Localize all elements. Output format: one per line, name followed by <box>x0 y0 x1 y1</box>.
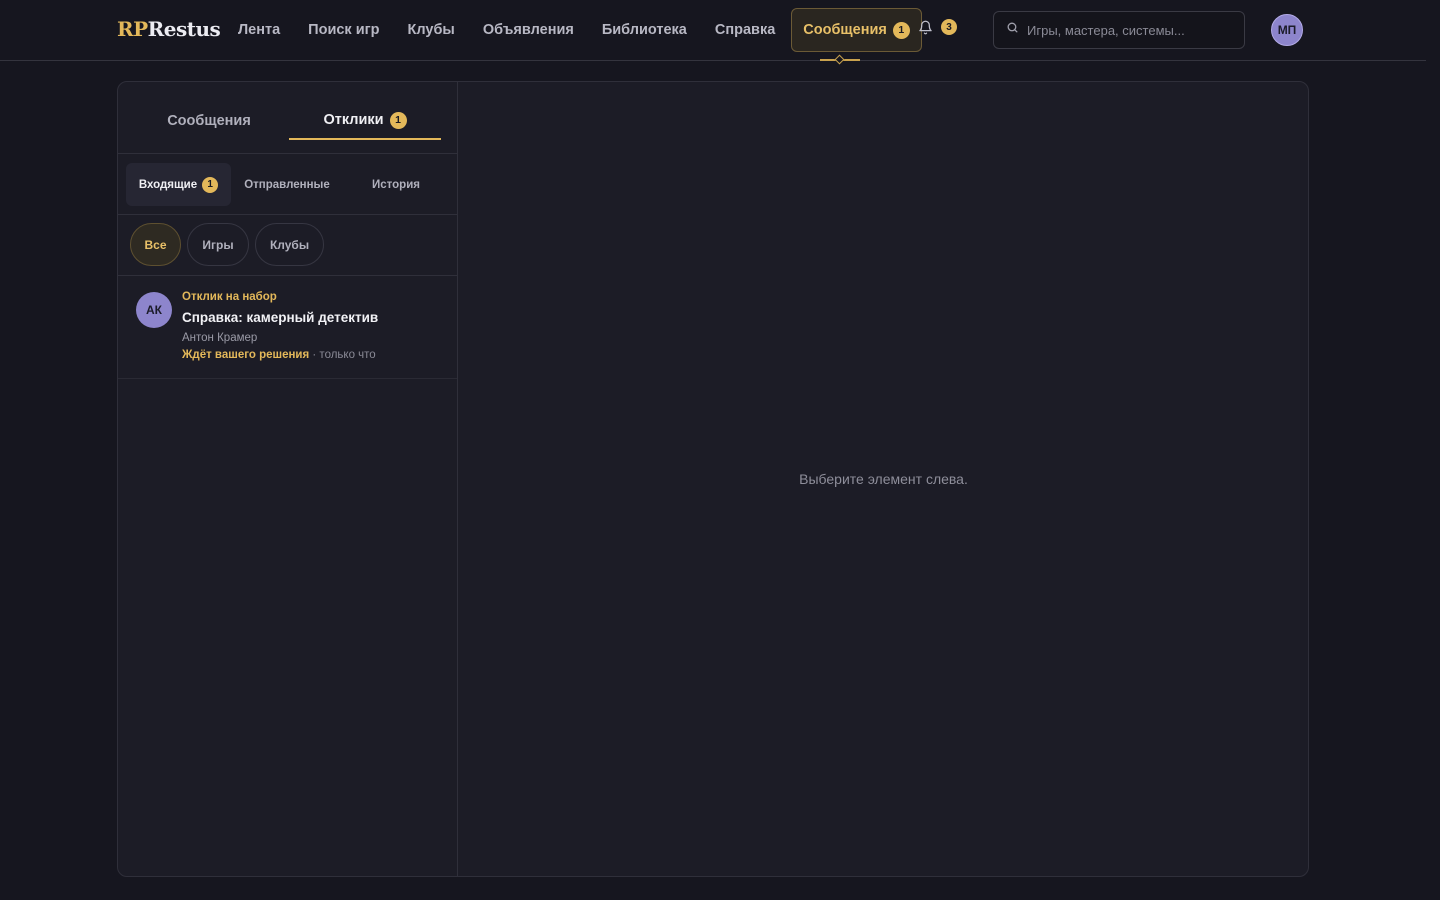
logo[interactable]: RPRestus <box>117 17 221 41</box>
avatar: АК <box>136 292 172 328</box>
main-nav: Лента Поиск игр Клубы Объявления Библиот… <box>224 8 922 52</box>
nav-help[interactable]: Справка <box>701 8 789 52</box>
item-meta: Ждёт вашего решения · только что <box>182 349 376 361</box>
nav-ads[interactable]: Объявления <box>469 8 588 52</box>
sub-tabs: Входящие 1 Отправленные История <box>118 154 457 215</box>
subtab-incoming-label: Входящие <box>138 178 198 191</box>
active-nav-diamond <box>834 54 845 65</box>
search-box <box>993 11 1245 49</box>
filter-all[interactable]: Все <box>130 223 181 266</box>
filter-chips: Все Игры Клубы <box>118 215 457 276</box>
filter-clubs[interactable]: Клубы <box>255 223 324 266</box>
item-type: Отклик на набор <box>182 291 277 303</box>
item-status: Ждёт вашего решения <box>182 349 310 361</box>
item-title: Справка: камерный детектив <box>182 310 379 325</box>
subtab-sent[interactable]: Отправленные <box>235 163 339 206</box>
main-tabs: Сообщения Отклики 1 <box>118 82 457 154</box>
logo-accent: RP <box>117 17 148 41</box>
nav-feed[interactable]: Лента <box>224 8 294 52</box>
subtab-history[interactable]: История <box>344 163 448 206</box>
user-avatar[interactable]: МП <box>1271 14 1303 46</box>
incoming-count-badge: 1 <box>202 176 219 193</box>
subtab-incoming[interactable]: Входящие 1 <box>126 163 231 206</box>
tab-responses[interactable]: Отклики 1 <box>289 102 441 140</box>
left-column: Сообщения Отклики 1 Входящие 1 Отправленны… <box>118 82 458 876</box>
messages-panel: Сообщения Отклики 1 Входящие 1 Отправленны… <box>117 81 1309 877</box>
notifications-button[interactable]: 3 <box>918 19 957 35</box>
tab-responses-label: Отклики <box>323 112 384 128</box>
tab-messages[interactable]: Сообщения <box>138 102 280 140</box>
search-input[interactable] <box>1027 22 1227 38</box>
filter-games[interactable]: Игры <box>187 223 249 266</box>
item-time: · только что <box>312 349 376 361</box>
notifications-count-badge: 3 <box>941 19 957 35</box>
list-item[interactable]: АК Отклик на набор Справка: камерный дет… <box>118 276 457 379</box>
responses-count-badge: 1 <box>389 111 407 129</box>
logo-text: Restus <box>147 17 221 41</box>
nav-messages-label: Сообщения <box>803 22 887 38</box>
item-author: Антон Крамер <box>182 332 258 344</box>
nav-messages[interactable]: Сообщения 1 <box>791 8 922 52</box>
search-icon <box>1006 21 1019 39</box>
nav-clubs[interactable]: Клубы <box>394 8 469 52</box>
top-bar: RPRestus Лента Поиск игр Клубы Объявлени… <box>0 0 1426 65</box>
nav-library[interactable]: Библиотека <box>588 8 701 52</box>
empty-state-text: Выберите элемент слева. <box>799 471 968 487</box>
bell-icon <box>918 20 933 35</box>
nav-game-search[interactable]: Поиск игр <box>294 8 393 52</box>
messages-count-badge: 1 <box>892 21 910 39</box>
detail-pane: Выберите элемент слева. <box>459 82 1308 876</box>
